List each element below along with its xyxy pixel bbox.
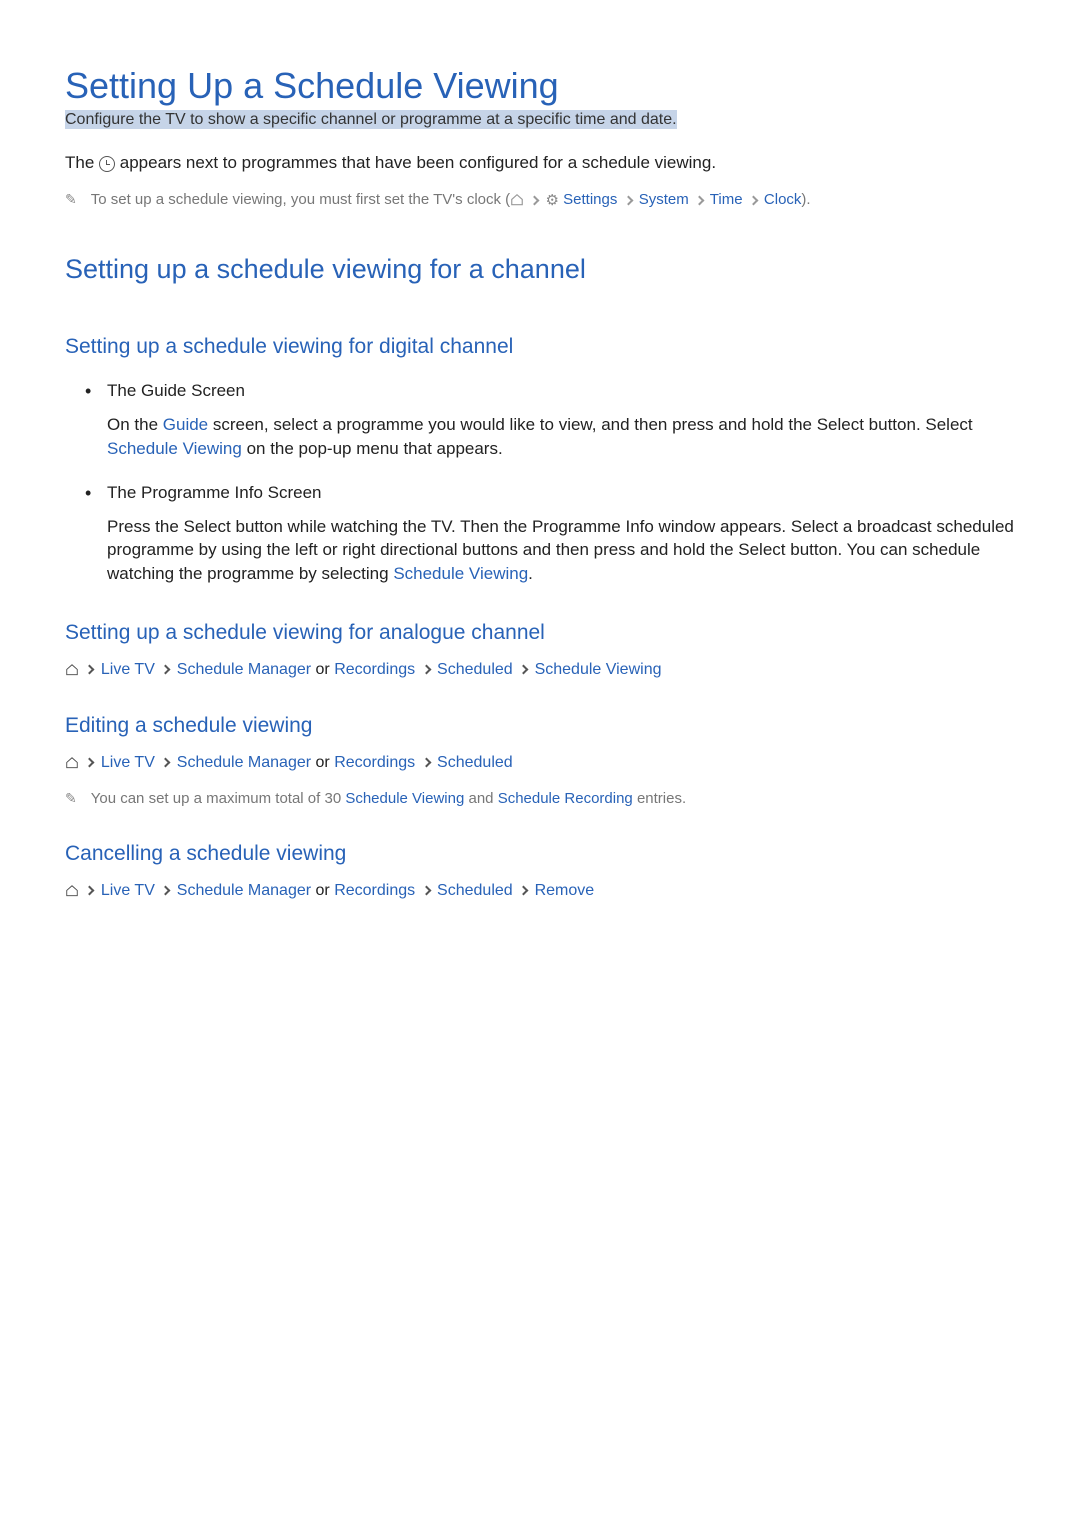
intro-suffix: appears next to programmes that have bee… xyxy=(115,153,716,172)
schedule-viewing-link: Schedule Viewing xyxy=(345,790,464,807)
text: . xyxy=(528,564,533,583)
text: Press the Select button while watching t… xyxy=(107,517,1014,584)
gear-icon: ⚙ xyxy=(546,191,559,209)
clock-note: ✎ To set up a schedule viewing, you must… xyxy=(65,191,1015,209)
scheduled-link: Scheduled xyxy=(437,754,513,771)
system-link: System xyxy=(639,191,689,208)
bullet-title: The Programme Info Screen xyxy=(107,483,1015,503)
remove-link: Remove xyxy=(535,882,595,899)
breadcrumb: Live TV Schedule Manager or Recordings S… xyxy=(65,661,1015,679)
or-text: or xyxy=(311,661,334,678)
text: on the pop-up menu that appears. xyxy=(242,439,503,458)
editing-note: ✎ You can set up a maximum total of 30 S… xyxy=(65,790,1015,807)
list-item: The Programme Info Screen Press the Sele… xyxy=(107,483,1015,586)
pencil-icon: ✎ xyxy=(65,790,77,807)
chevron-icon xyxy=(85,886,95,896)
chevron-icon xyxy=(161,758,171,768)
bullet-text: Press the Select button while watching t… xyxy=(107,515,1015,586)
home-icon xyxy=(65,884,79,898)
settings-link: Settings xyxy=(563,191,617,208)
scheduled-link: Scheduled xyxy=(437,661,513,678)
subsection-heading: Cancelling a schedule viewing xyxy=(65,842,1015,866)
livetv-link: Live TV xyxy=(101,661,155,678)
recordings-link: Recordings xyxy=(334,661,415,678)
chevron-icon xyxy=(519,665,529,675)
subsection-heading: Setting up a schedule viewing for digita… xyxy=(65,335,1015,359)
chevron-icon xyxy=(519,886,529,896)
schedule-recording-link: Schedule Recording xyxy=(498,790,633,807)
clock-icon xyxy=(99,156,115,172)
chevron-icon xyxy=(421,758,431,768)
schedule-viewing-link: Schedule Viewing xyxy=(107,439,242,458)
scheduled-link: Scheduled xyxy=(437,882,513,899)
chevron-icon xyxy=(161,886,171,896)
chevron-icon xyxy=(530,195,540,205)
or-text: or xyxy=(311,754,334,771)
clock-link: Clock xyxy=(764,191,802,208)
subsection-heading: Editing a schedule viewing xyxy=(65,714,1015,738)
note-prefix: You can set up a maximum total of 30 xyxy=(91,790,346,807)
schedule-viewing-link: Schedule Viewing xyxy=(535,661,662,678)
chevron-icon xyxy=(421,886,431,896)
subsection-heading: Setting up a schedule viewing for analog… xyxy=(65,621,1015,645)
chevron-icon xyxy=(85,665,95,675)
clock-note-suffix: ). xyxy=(801,191,810,208)
breadcrumb: Live TV Schedule Manager or Recordings S… xyxy=(65,754,1015,772)
livetv-link: Live TV xyxy=(101,754,155,771)
schedule-manager-link: Schedule Manager xyxy=(177,754,311,771)
schedule-manager-link: Schedule Manager xyxy=(177,661,311,678)
page-subtitle: Configure the TV to show a specific chan… xyxy=(65,110,677,129)
intro-text: The appears next to programmes that have… xyxy=(65,153,1015,173)
intro-prefix: The xyxy=(65,153,99,172)
text: screen, select a programme you would lik… xyxy=(208,415,973,434)
pencil-icon: ✎ xyxy=(65,191,77,208)
text: On the xyxy=(107,415,163,434)
schedule-manager-link: Schedule Manager xyxy=(177,882,311,899)
time-link: Time xyxy=(710,191,743,208)
recordings-link: Recordings xyxy=(334,882,415,899)
note-mid: and xyxy=(464,790,497,807)
home-icon xyxy=(510,193,524,207)
guide-link: Guide xyxy=(163,415,208,434)
bullet-text: On the Guide screen, select a programme … xyxy=(107,413,1015,461)
chevron-icon xyxy=(623,195,633,205)
recordings-link: Recordings xyxy=(334,754,415,771)
page-title: Setting Up a Schedule Viewing xyxy=(65,65,1015,107)
note-suffix: entries. xyxy=(633,790,686,807)
chevron-icon xyxy=(694,195,704,205)
home-icon xyxy=(65,663,79,677)
home-icon xyxy=(65,756,79,770)
schedule-viewing-link: Schedule Viewing xyxy=(393,564,528,583)
or-text: or xyxy=(311,882,334,899)
livetv-link: Live TV xyxy=(101,882,155,899)
chevron-icon xyxy=(85,758,95,768)
chevron-icon xyxy=(161,665,171,675)
list-item: The Guide Screen On the Guide screen, se… xyxy=(107,381,1015,461)
bullet-title: The Guide Screen xyxy=(107,381,1015,401)
chevron-icon xyxy=(748,195,758,205)
section-heading: Setting up a schedule viewing for a chan… xyxy=(65,254,1015,285)
breadcrumb: Live TV Schedule Manager or Recordings S… xyxy=(65,882,1015,900)
clock-note-prefix: To set up a schedule viewing, you must f… xyxy=(91,191,510,208)
chevron-icon xyxy=(421,665,431,675)
